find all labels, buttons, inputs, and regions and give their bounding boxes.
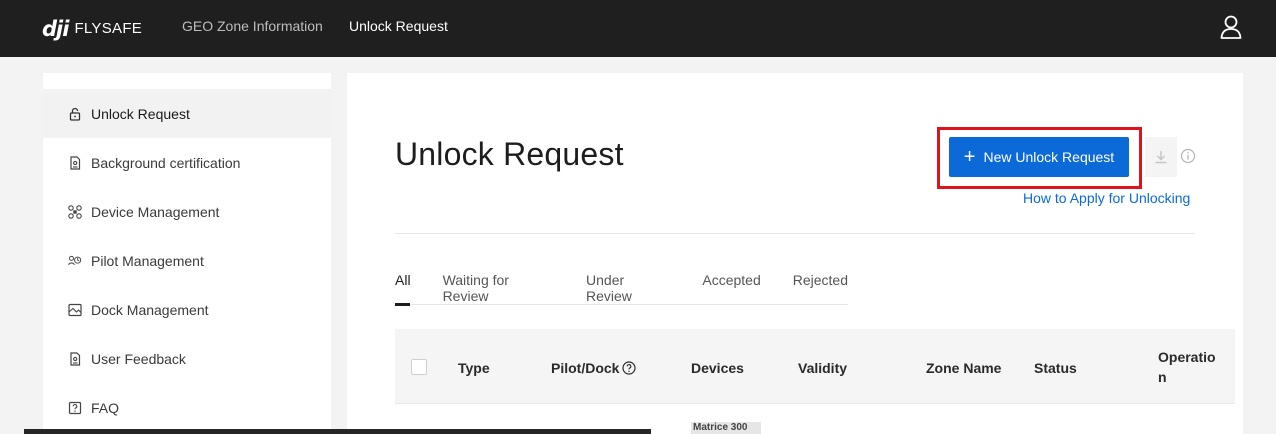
help-icon[interactable] [622, 361, 637, 375]
page-title: Unlock Request [395, 136, 624, 172]
dock-icon [68, 303, 82, 316]
sidebar-item-user-feedback[interactable]: User Feedback [43, 334, 331, 383]
tab-waiting-for-review[interactable]: Waiting for Review [443, 272, 554, 305]
pilot-icon [68, 255, 82, 265]
column-header-label-line-2: n [1158, 369, 1167, 385]
top-navigation-bar: dji FLYSAFE GEO Zone Information Unlock … [0, 0, 1276, 57]
sidebar-item-dock-management[interactable]: Dock Management [43, 285, 331, 334]
flysafe-logo-text: FLYSAFE [74, 20, 143, 37]
user-icon[interactable] [1220, 15, 1242, 39]
column-header-validity[interactable]: Validity [798, 360, 847, 376]
column-header-label: Pilot/Dock [551, 360, 620, 376]
tab-rejected[interactable]: Rejected [793, 272, 848, 305]
tab-all[interactable]: All [395, 272, 411, 306]
column-header-operation[interactable]: Operatio n [1158, 349, 1216, 385]
nav-unlock-request[interactable]: Unlock Request [349, 18, 448, 34]
faq-icon [68, 401, 82, 414]
sidebar-item-background-certification[interactable]: Background certification [43, 138, 331, 187]
table-header: Type Pilot/Dock Devices Validity Zone Na… [395, 329, 1235, 404]
document-icon [70, 155, 81, 170]
nav-geo-zone-information[interactable]: GEO Zone Information [182, 18, 323, 34]
bottom-strip [24, 429, 651, 434]
info-icon[interactable] [1180, 148, 1196, 164]
divider [395, 233, 1195, 234]
main-panel: Unlock Request + New Unlock Request How … [347, 73, 1243, 434]
column-header-type[interactable]: Type [458, 360, 490, 376]
sidebar-item-label: FAQ [91, 399, 120, 416]
feedback-icon [70, 351, 81, 366]
how-to-apply-link[interactable]: How to Apply for Unlocking [1023, 190, 1190, 206]
status-tabs: All Waiting for Review Under Review Acce… [395, 272, 848, 306]
sidebar-item-label: Unlock Request [91, 105, 190, 122]
sidebar: Unlock Request Background certification … [43, 73, 331, 434]
tab-under-review[interactable]: Under Review [586, 272, 670, 305]
sidebar-item-pilot-management[interactable]: Pilot Management [43, 236, 331, 285]
column-header-label-line-1: Operatio [1158, 349, 1216, 365]
sidebar-item-faq[interactable]: FAQ [43, 383, 331, 432]
select-all-checkbox[interactable] [411, 359, 427, 375]
dji-flysafe-logo[interactable]: dji FLYSAFE [42, 0, 142, 57]
new-unlock-request-button[interactable]: + New Unlock Request [949, 137, 1129, 177]
dji-logo-mark: dji [42, 16, 69, 41]
new-unlock-request-label: New Unlock Request [983, 149, 1115, 165]
column-header-status[interactable]: Status [1034, 360, 1077, 376]
sidebar-item-label: User Feedback [91, 350, 186, 367]
drone-icon [68, 204, 82, 219]
sidebar-item-unlock-request[interactable]: Unlock Request [43, 89, 331, 138]
sidebar-item-label: Background certification [91, 154, 241, 171]
tab-accepted[interactable]: Accepted [702, 272, 760, 305]
sidebar-item-label: Dock Management [91, 301, 209, 318]
download-button[interactable] [1145, 137, 1177, 177]
lock-icon [69, 107, 81, 121]
column-header-zone-name[interactable]: Zone Name [926, 360, 1001, 376]
device-model-chip: Matrice 300 [691, 422, 761, 434]
download-icon [1155, 151, 1167, 164]
column-header-pilot-dock[interactable]: Pilot/Dock [551, 360, 637, 376]
sidebar-item-label: Device Management [91, 203, 220, 220]
sidebar-item-label: Pilot Management [91, 252, 204, 269]
plus-icon: + [963, 146, 976, 168]
column-header-devices[interactable]: Devices [691, 360, 744, 376]
sidebar-item-device-management[interactable]: Device Management [43, 187, 331, 236]
